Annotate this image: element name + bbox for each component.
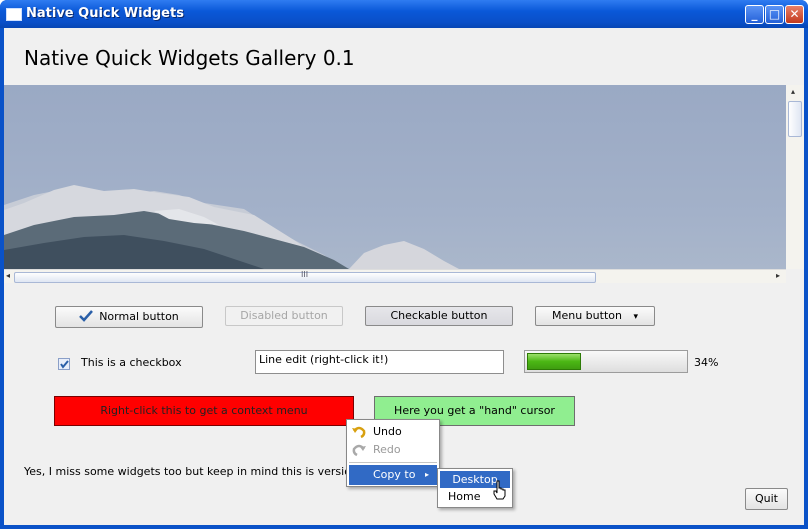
- vertical-scroll-thumb[interactable]: [788, 101, 802, 137]
- submenu-item-home-label: Home: [448, 490, 481, 503]
- menu-button-label: Menu button: [551, 309, 622, 322]
- undo-icon: [352, 426, 366, 439]
- hand-cursor-icon: [493, 480, 506, 500]
- scroll-left-icon[interactable]: ◂: [6, 271, 10, 280]
- menu-item-undo[interactable]: Undo: [349, 422, 437, 442]
- quit-button-label: Quit: [755, 492, 778, 505]
- title-bar[interactable]: Native Quick Widgets _ □ ✕: [0, 0, 808, 28]
- chevron-down-icon: ▾: [633, 312, 638, 322]
- context-menu-area-label: Right-click this to get a context menu: [100, 404, 308, 417]
- horizontal-scrollbar[interactable]: ◂ III ▸: [4, 269, 786, 283]
- page-title: Native Quick Widgets Gallery 0.1: [24, 46, 355, 70]
- line-edit-input[interactable]: Line edit (right-click it!): [255, 350, 504, 374]
- context-menu: Undo Redo Copy to ▸: [346, 419, 440, 487]
- scroll-right-icon[interactable]: ▸: [776, 271, 780, 280]
- close-button[interactable]: ✕: [785, 5, 804, 24]
- checkmark-icon: [79, 310, 94, 322]
- menu-item-redo[interactable]: Redo: [349, 440, 437, 460]
- minimize-icon: _: [751, 7, 758, 21]
- window-title: Native Quick Widgets: [26, 6, 184, 21]
- menu-separator: [349, 462, 437, 463]
- app-window-icon: [6, 8, 22, 21]
- checkable-button-label: Checkable button: [390, 309, 488, 322]
- scroll-grip-icon: III: [301, 270, 309, 279]
- scroll-up-icon[interactable]: ▴: [791, 87, 795, 96]
- quit-button[interactable]: Quit: [745, 488, 788, 510]
- maximize-icon: □: [768, 7, 781, 21]
- mountain-photo: [4, 85, 786, 269]
- menu-item-undo-label: Undo: [373, 425, 402, 438]
- checkbox-check-icon: [60, 360, 69, 369]
- progress-fill: [527, 353, 581, 370]
- hand-cursor-area-label: Here you get a "hand" cursor: [394, 404, 555, 417]
- progress-label: 34%: [694, 356, 719, 369]
- disabled-button[interactable]: Disabled button: [225, 306, 343, 326]
- normal-button-label: Normal button: [99, 310, 179, 323]
- image-scroll-area[interactable]: ▴ ◂ III ▸: [4, 85, 804, 283]
- checkbox[interactable]: [58, 358, 70, 370]
- maximize-button[interactable]: □: [765, 5, 784, 24]
- menu-item-redo-label: Redo: [373, 443, 401, 456]
- checkable-button[interactable]: Checkable button: [365, 306, 513, 326]
- disabled-button-label: Disabled button: [240, 309, 328, 322]
- menu-item-copy-to[interactable]: Copy to ▸: [349, 465, 437, 485]
- context-menu-area[interactable]: Right-click this to get a context menu: [54, 396, 354, 426]
- submenu-arrow-icon: ▸: [425, 470, 430, 479]
- minimize-button[interactable]: _: [745, 5, 764, 24]
- normal-button[interactable]: Normal button: [55, 306, 203, 328]
- vertical-scrollbar[interactable]: ▴: [786, 85, 804, 269]
- submenu-item-desktop-label: Desktop: [452, 473, 498, 486]
- menu-button[interactable]: Menu button ▾: [535, 306, 655, 326]
- horizontal-scroll-thumb[interactable]: III: [14, 270, 596, 283]
- app-window: Native Quick Widgets _ □ ✕ Native Quick …: [0, 0, 808, 529]
- checkbox-label: This is a checkbox: [81, 356, 182, 369]
- window-client-area: Native Quick Widgets Gallery 0.1 ▴ ◂ III…: [4, 28, 804, 525]
- close-icon: ✕: [789, 7, 800, 21]
- redo-icon: [352, 444, 366, 457]
- footer-note: Yes, I miss some widgets too but keep in…: [24, 465, 384, 478]
- menu-item-copy-to-label: Copy to: [373, 468, 416, 481]
- progress-bar: [524, 350, 688, 373]
